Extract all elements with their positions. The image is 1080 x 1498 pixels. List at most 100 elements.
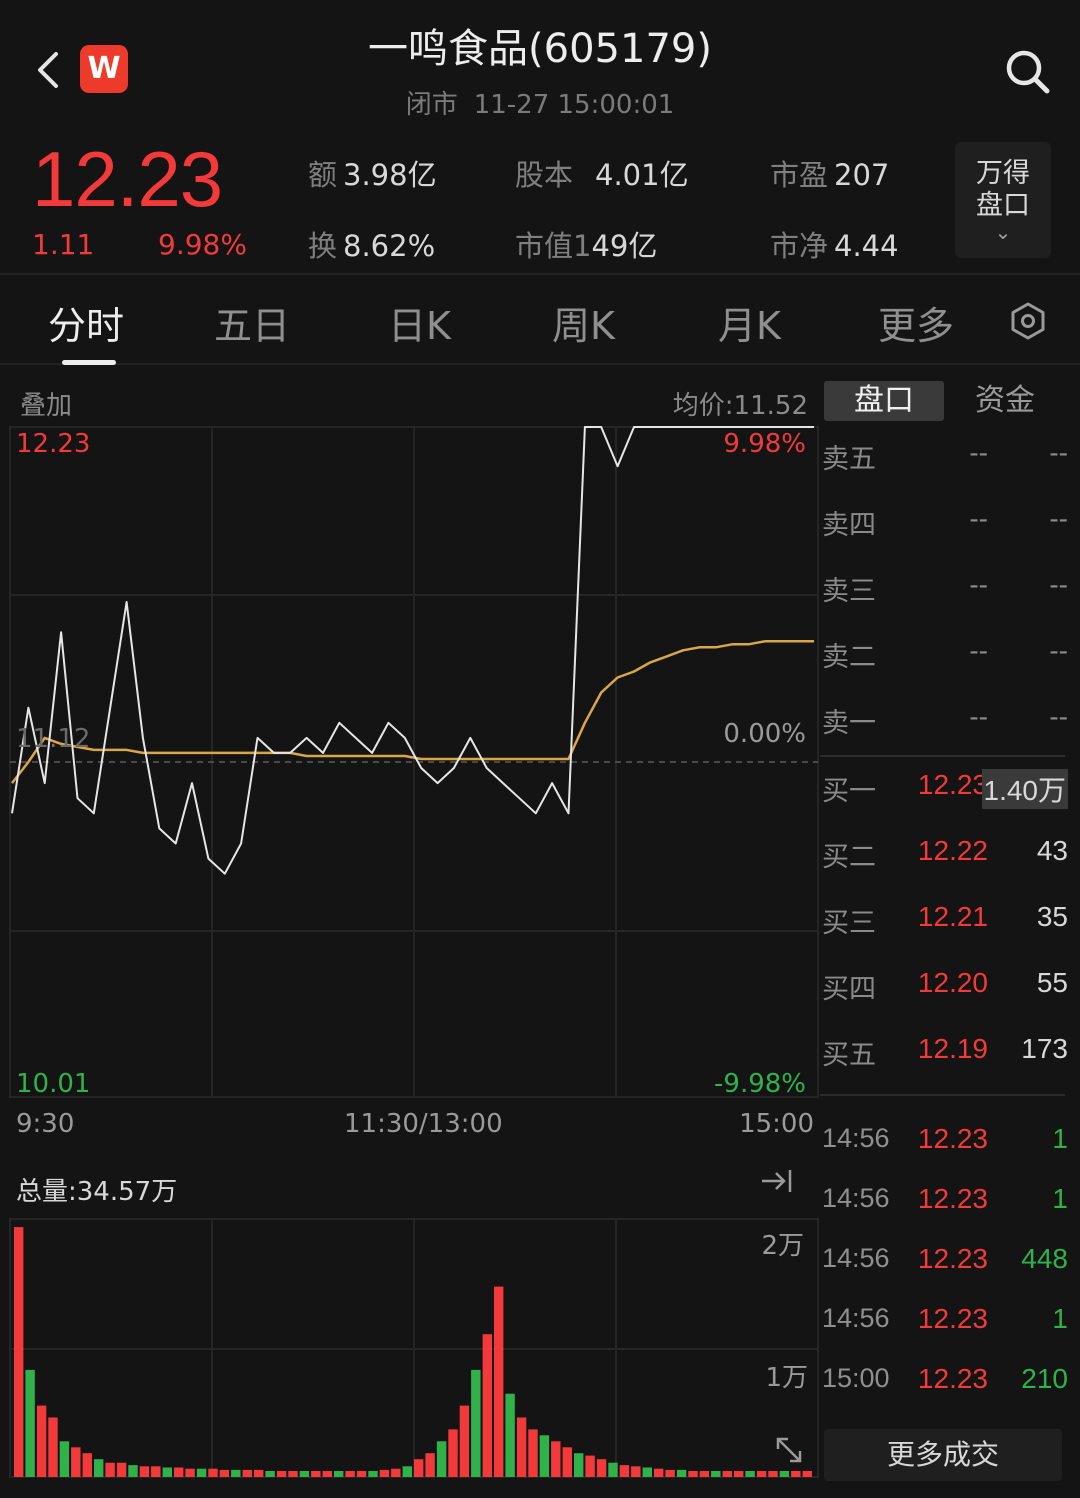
bid-volume: 55 xyxy=(1036,967,1068,998)
ask-label: 卖五 xyxy=(822,444,876,475)
tab-more[interactable]: 更多 xyxy=(878,295,954,350)
orderbook-panel: 盘口 资金 卖五 -- -- 卖四 -- -- 卖三 -- -- 卖二 -- -- 卖一 -- --… xyxy=(820,367,1080,1498)
page-title: 一鸣食品(605179) xyxy=(368,26,712,72)
app-header: W 一鸣食品(605179) 闭市 11-27 15:00:01 xyxy=(0,0,1080,130)
ticks-divider xyxy=(820,1094,1065,1096)
volume-bar xyxy=(345,1471,355,1477)
wind-orderbook-button[interactable]: 万得 盘口 ⌄ xyxy=(955,142,1051,258)
time-start: 9:30 xyxy=(16,1109,75,1139)
wd-line2: 盘口 xyxy=(976,190,1030,221)
tick-volume: 1 xyxy=(1052,1123,1068,1154)
price-change: 1.11 xyxy=(32,228,95,261)
stat-market-cap: 市值149亿 xyxy=(515,223,657,265)
bid-volume: 173 xyxy=(1021,1033,1068,1064)
bid-label: 买一 xyxy=(822,776,876,807)
tick-time: 14:56 xyxy=(822,1123,890,1153)
volume-bar xyxy=(322,1471,332,1477)
more-trades-button[interactable]: 更多成交 xyxy=(824,1429,1062,1481)
volume-bar xyxy=(48,1417,58,1477)
volume-bar xyxy=(756,1471,767,1477)
settings-icon[interactable] xyxy=(1008,301,1048,341)
orderbook-divider xyxy=(820,755,1065,757)
volume-bar xyxy=(699,1471,710,1477)
tick-price: 12.23 xyxy=(917,1183,988,1214)
volume-bar xyxy=(94,1459,104,1477)
collapse-right-icon[interactable] xyxy=(760,1167,794,1195)
search-icon[interactable] xyxy=(1002,46,1052,96)
chevron-down-icon: ⌄ xyxy=(994,220,1012,244)
volume-bar xyxy=(802,1471,812,1477)
avg-price-label: 均价:11.52 xyxy=(672,391,808,421)
tab-intraday[interactable]: 分时 xyxy=(48,295,124,350)
volume-bar xyxy=(528,1429,538,1477)
bid-price: 12.19 xyxy=(917,1033,988,1064)
ask-label: 卖二 xyxy=(822,642,876,673)
ask-row: 卖三 -- -- xyxy=(820,569,1080,619)
stat-pe: 市盈 207 xyxy=(770,152,889,194)
volume-bar xyxy=(14,1227,24,1477)
volume-bar xyxy=(414,1459,424,1477)
tab-daily-k[interactable]: 日K xyxy=(388,295,451,350)
chart-canvas xyxy=(9,426,819,1478)
volume-bar xyxy=(539,1435,550,1477)
volume-bar xyxy=(631,1466,641,1477)
stat-label: 额 xyxy=(308,158,338,192)
stat-value: 4.44 xyxy=(834,229,899,263)
volume-bar xyxy=(494,1286,504,1477)
bid-price: 12.20 xyxy=(917,967,988,998)
volume-bar xyxy=(196,1468,207,1477)
bid-row: 买三 12.21 35 xyxy=(820,901,1080,951)
tab-weekly-k[interactable]: 周K xyxy=(552,295,615,350)
volume-bar xyxy=(116,1462,127,1477)
tick-row: 14:56 12.23 1 xyxy=(820,1123,1080,1173)
tab-capital[interactable]: 资金 xyxy=(950,381,1060,421)
volume-bar xyxy=(379,1469,390,1477)
bid-row: 买一 12.23 1.40万 xyxy=(820,769,1080,819)
volume-bar xyxy=(174,1467,184,1477)
volume-bar xyxy=(665,1469,675,1477)
volume-bar xyxy=(231,1469,241,1477)
stat-value: 8.62% xyxy=(343,229,436,263)
ask-label: 卖四 xyxy=(822,510,876,541)
volume-bar xyxy=(276,1471,287,1477)
volume-bar xyxy=(482,1334,492,1477)
volume-bar xyxy=(128,1465,138,1477)
tab-monthly-k[interactable]: 月K xyxy=(718,295,781,350)
ask-price: -- xyxy=(969,437,988,468)
tick-price: 12.23 xyxy=(917,1363,988,1394)
tick-row: 14:56 12.23 1 xyxy=(820,1303,1080,1353)
stat-value: 49亿 xyxy=(591,229,658,263)
volume-bar xyxy=(71,1447,81,1478)
tab-five-day[interactable]: 五日 xyxy=(214,295,290,350)
y-axis-mid: 11.12 xyxy=(16,724,91,754)
volume-bar xyxy=(36,1405,47,1477)
bid-label: 买三 xyxy=(822,908,876,939)
stat-turnover: 换 8.62% xyxy=(308,223,435,265)
volume-bar xyxy=(105,1462,115,1477)
time-end: 15:00 xyxy=(739,1109,814,1139)
volume-bar xyxy=(288,1471,298,1477)
ask-volume: -- xyxy=(1049,437,1068,468)
ask-price: -- xyxy=(969,635,988,666)
volume-bar xyxy=(459,1405,470,1477)
volume-bar xyxy=(299,1471,310,1477)
volume-bar xyxy=(25,1369,35,1477)
tab-orderbook[interactable]: 盘口 xyxy=(824,381,944,421)
volume-axis-2w: 2万 xyxy=(761,1231,804,1261)
y-axis-bottom: 10.01 xyxy=(16,1069,91,1099)
volume-bar xyxy=(574,1453,584,1477)
volume-bar xyxy=(688,1471,698,1477)
expand-icon[interactable] xyxy=(772,1433,806,1467)
stat-label: 市净 xyxy=(770,229,829,263)
stat-label: 市值1 xyxy=(515,229,592,263)
volume-bar xyxy=(516,1417,527,1477)
ask-price: -- xyxy=(969,569,988,600)
ask-row: 卖四 -- -- xyxy=(820,503,1080,553)
ask-volume: -- xyxy=(1049,569,1068,600)
overlay-label[interactable]: 叠加 xyxy=(20,385,72,422)
y-axis-top: 12.23 xyxy=(16,429,91,459)
bid-row: 买四 12.20 55 xyxy=(820,967,1080,1017)
ask-volume: -- xyxy=(1049,635,1068,666)
volume-bar xyxy=(551,1441,561,1477)
volume-bar xyxy=(505,1393,515,1477)
